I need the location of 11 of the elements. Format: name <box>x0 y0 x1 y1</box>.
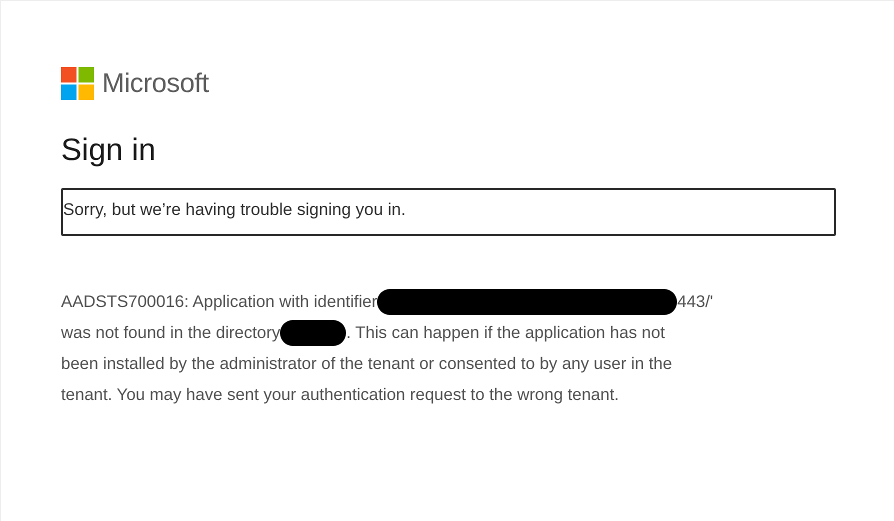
error-detail-text: . This can happen if the application has not <box>346 322 665 344</box>
brand-name: Microsoft <box>102 68 209 99</box>
error-detail-text: AADSTS700016: Application with identifier <box>61 291 378 313</box>
page-title: Sign in <box>61 132 157 168</box>
microsoft-logo-icon <box>61 67 94 100</box>
error-detail-text: was not found in the directory <box>61 322 280 344</box>
error-detail-text: been installed by the administrator of the tenant or consented to by any user in the <box>61 353 672 375</box>
error-alert: Sorry, but we’re having trouble signing you in. <box>61 188 836 236</box>
error-detail-text: 443/' <box>677 291 714 313</box>
redaction-mark <box>280 320 346 346</box>
error-detail-text: tenant. You may have sent your authentication request to the wrong tenant. <box>61 384 619 406</box>
